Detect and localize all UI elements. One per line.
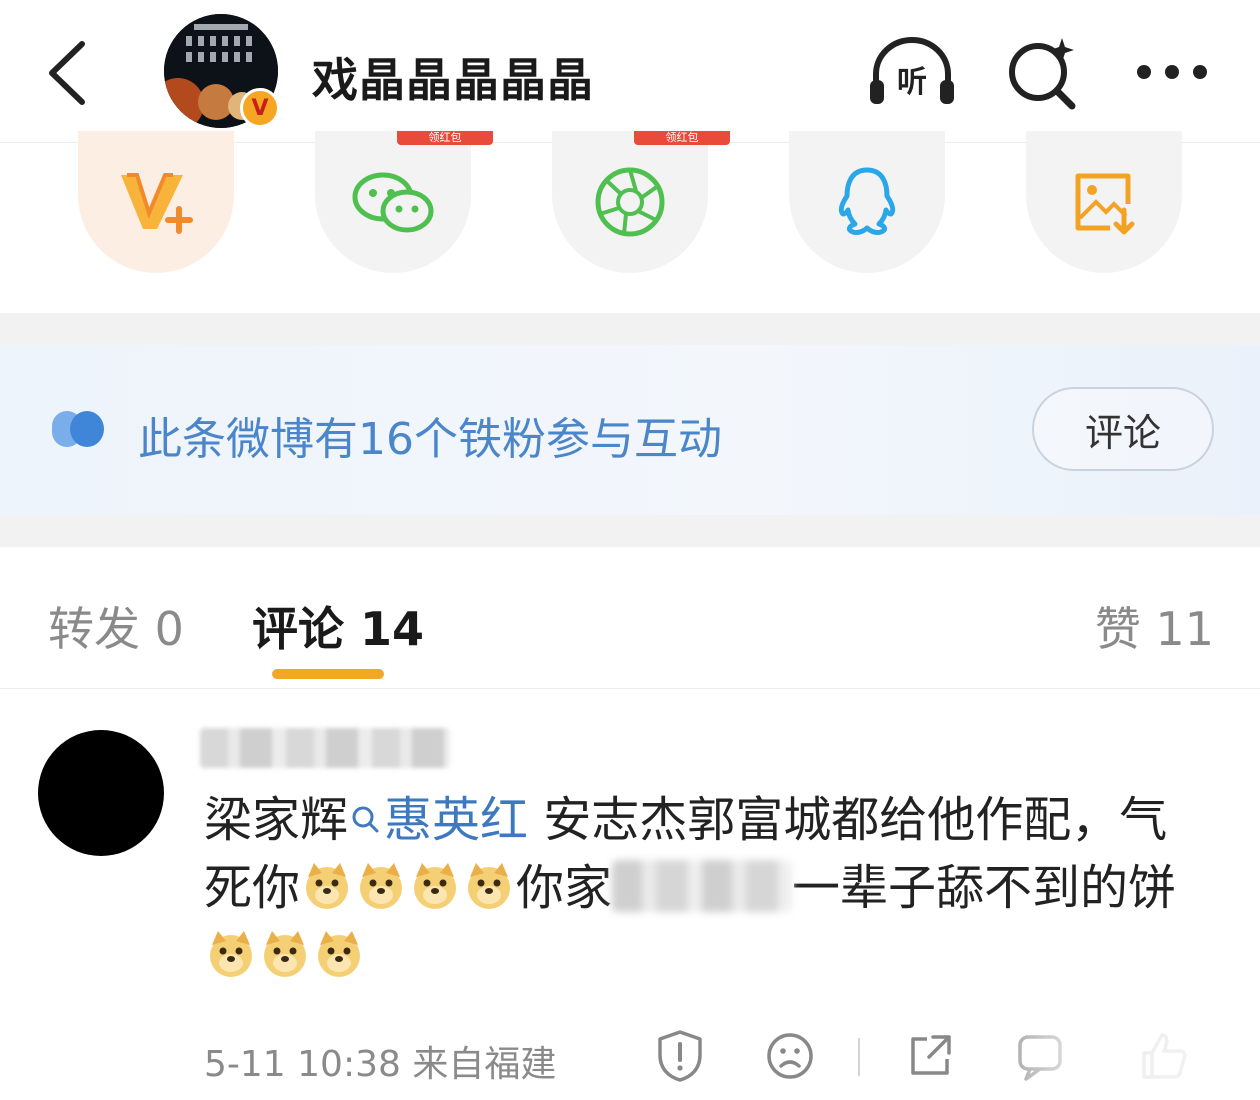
moments-icon bbox=[595, 167, 665, 237]
share-moments[interactable]: 领红包 bbox=[552, 131, 730, 273]
doge-emoji-icon bbox=[318, 931, 360, 977]
tab-like[interactable]: 赞 11 bbox=[1095, 593, 1214, 659]
save-image-icon bbox=[1075, 173, 1135, 235]
sad-face-icon[interactable] bbox=[762, 1028, 818, 1084]
more-dots-icon[interactable] bbox=[1124, 34, 1220, 110]
comment-text-part4: 一辈子舔不到的饼 bbox=[792, 860, 1177, 916]
back-arrow-icon[interactable] bbox=[36, 38, 96, 108]
share-out-icon[interactable] bbox=[902, 1028, 958, 1084]
page-title[interactable]: 戏晶晶晶晶晶 bbox=[312, 44, 594, 110]
red-packet-tag: 领红包 bbox=[634, 131, 730, 145]
red-packet-tag: 领红包 bbox=[397, 131, 493, 145]
section-divider bbox=[0, 313, 1260, 345]
share-qq[interactable] bbox=[789, 131, 945, 273]
action-divider bbox=[858, 1038, 860, 1076]
fans-interaction-text: 此条微博有16个铁粉参与互动 bbox=[138, 414, 722, 465]
doge-emoji-icon bbox=[360, 863, 403, 909]
comment-meta: 5-11 10:38 来自福建 bbox=[204, 1044, 557, 1085]
verified-badge: V bbox=[240, 88, 280, 128]
commenter-avatar[interactable] bbox=[38, 730, 164, 856]
interaction-tabs: 转发 0 评论 14 赞 11 bbox=[0, 547, 1260, 689]
qq-icon bbox=[838, 167, 896, 235]
fans-comment-button[interactable]: 评论 bbox=[1032, 387, 1214, 471]
share-wechat[interactable]: 领红包 bbox=[315, 131, 493, 273]
listen-label: 听 bbox=[897, 65, 927, 100]
vip-plus-icon bbox=[121, 173, 193, 234]
share-vip-plus[interactable] bbox=[78, 131, 234, 273]
comment-text-part3: 你家 bbox=[516, 860, 613, 916]
comment-item: 梁家辉 惠英红 安志杰郭富城都给他作配，气死你 你家 一辈子舔不到的饼 5-11 10… bbox=[0, 690, 1260, 1100]
doge-emoji-icon bbox=[414, 863, 457, 909]
share-row: 领红包 领红包 bbox=[0, 131, 1260, 313]
search-spark-icon[interactable] bbox=[996, 34, 1092, 110]
search-link-icon bbox=[352, 806, 379, 833]
commenter-name-redacted[interactable] bbox=[200, 728, 450, 768]
section-divider bbox=[0, 515, 1260, 547]
redacted-text bbox=[612, 860, 793, 912]
watermark-overlay bbox=[970, 1026, 1260, 1090]
doge-emoji-icon bbox=[264, 931, 306, 977]
comment-text-part1: 梁家辉 bbox=[204, 792, 349, 848]
report-icon[interactable] bbox=[652, 1028, 708, 1084]
fans-badge-icon bbox=[50, 407, 108, 455]
doge-emoji-icon bbox=[306, 863, 349, 909]
comment-text: 梁家辉 惠英红 安志杰郭富城都给他作配，气死你 你家 一辈子舔不到的饼 bbox=[204, 786, 1214, 990]
active-tab-indicator bbox=[272, 669, 384, 679]
tab-comment[interactable]: 评论 14 bbox=[252, 593, 424, 659]
fans-interaction-banner: 此条微博有16个铁粉参与互动 评论 bbox=[0, 345, 1260, 515]
doge-emoji-icon bbox=[468, 863, 511, 909]
listen-icon[interactable]: 听 bbox=[864, 34, 960, 110]
wechat-icon bbox=[352, 172, 434, 233]
top-bar: V 戏晶晶晶晶晶 听 bbox=[0, 0, 1260, 143]
mention-link[interactable]: 惠英红 bbox=[384, 792, 528, 848]
tab-repost[interactable]: 转发 0 bbox=[48, 593, 184, 659]
share-save-image[interactable] bbox=[1026, 131, 1182, 273]
doge-emoji-icon bbox=[210, 931, 252, 977]
